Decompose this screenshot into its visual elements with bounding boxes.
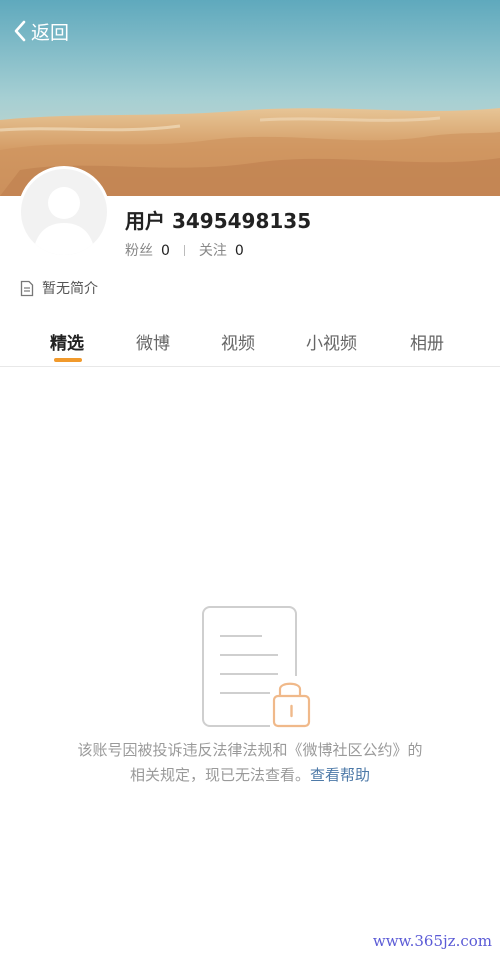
- chevron-left-icon: [14, 20, 26, 42]
- back-label: 返回: [31, 21, 70, 44]
- bio-text: 暂无简介: [42, 281, 98, 297]
- fans-stat[interactable]: 粉丝 0: [125, 240, 170, 260]
- stats-divider: [183, 244, 185, 256]
- active-tab-indicator: [54, 358, 82, 362]
- tab-album[interactable]: 相册: [410, 329, 444, 354]
- profile-stats: 粉丝 0 关注 0: [125, 240, 244, 260]
- username: 用户 3495498135: [125, 209, 312, 233]
- tab-short-video[interactable]: 小视频: [306, 329, 357, 354]
- bio: 暂无简介: [20, 278, 98, 298]
- fans-label: 粉丝: [125, 243, 153, 259]
- notice-line-2: 相关规定，现已无法查看。查看帮助: [20, 763, 480, 788]
- restriction-notice: 该账号因被投诉违反法律法规和《微博社区公约》的 相关规定，现已无法查看。查看帮助: [20, 738, 480, 788]
- tab-weibo[interactable]: 微博: [136, 329, 170, 354]
- lock-icon: [270, 676, 311, 728]
- help-link[interactable]: 查看帮助: [310, 766, 370, 784]
- tab-featured[interactable]: 精选: [50, 329, 84, 354]
- watermark: www.365jz.com: [372, 932, 492, 950]
- notice-line-2-text: 相关规定，现已无法查看。: [129, 766, 310, 784]
- tab-video[interactable]: 视频: [221, 329, 255, 354]
- following-count: 0: [234, 243, 244, 259]
- restricted-illustration: [200, 604, 314, 734]
- notice-line-1: 该账号因被投诉违反法律法规和《微博社区公约》的: [77, 741, 423, 759]
- back-button[interactable]: 返回: [12, 16, 69, 46]
- default-avatar-icon: [33, 187, 95, 255]
- following-stat[interactable]: 关注 0: [199, 240, 244, 260]
- document-icon: [20, 280, 34, 296]
- fans-count: 0: [161, 243, 170, 259]
- following-label: 关注: [198, 243, 227, 259]
- avatar[interactable]: [18, 166, 110, 258]
